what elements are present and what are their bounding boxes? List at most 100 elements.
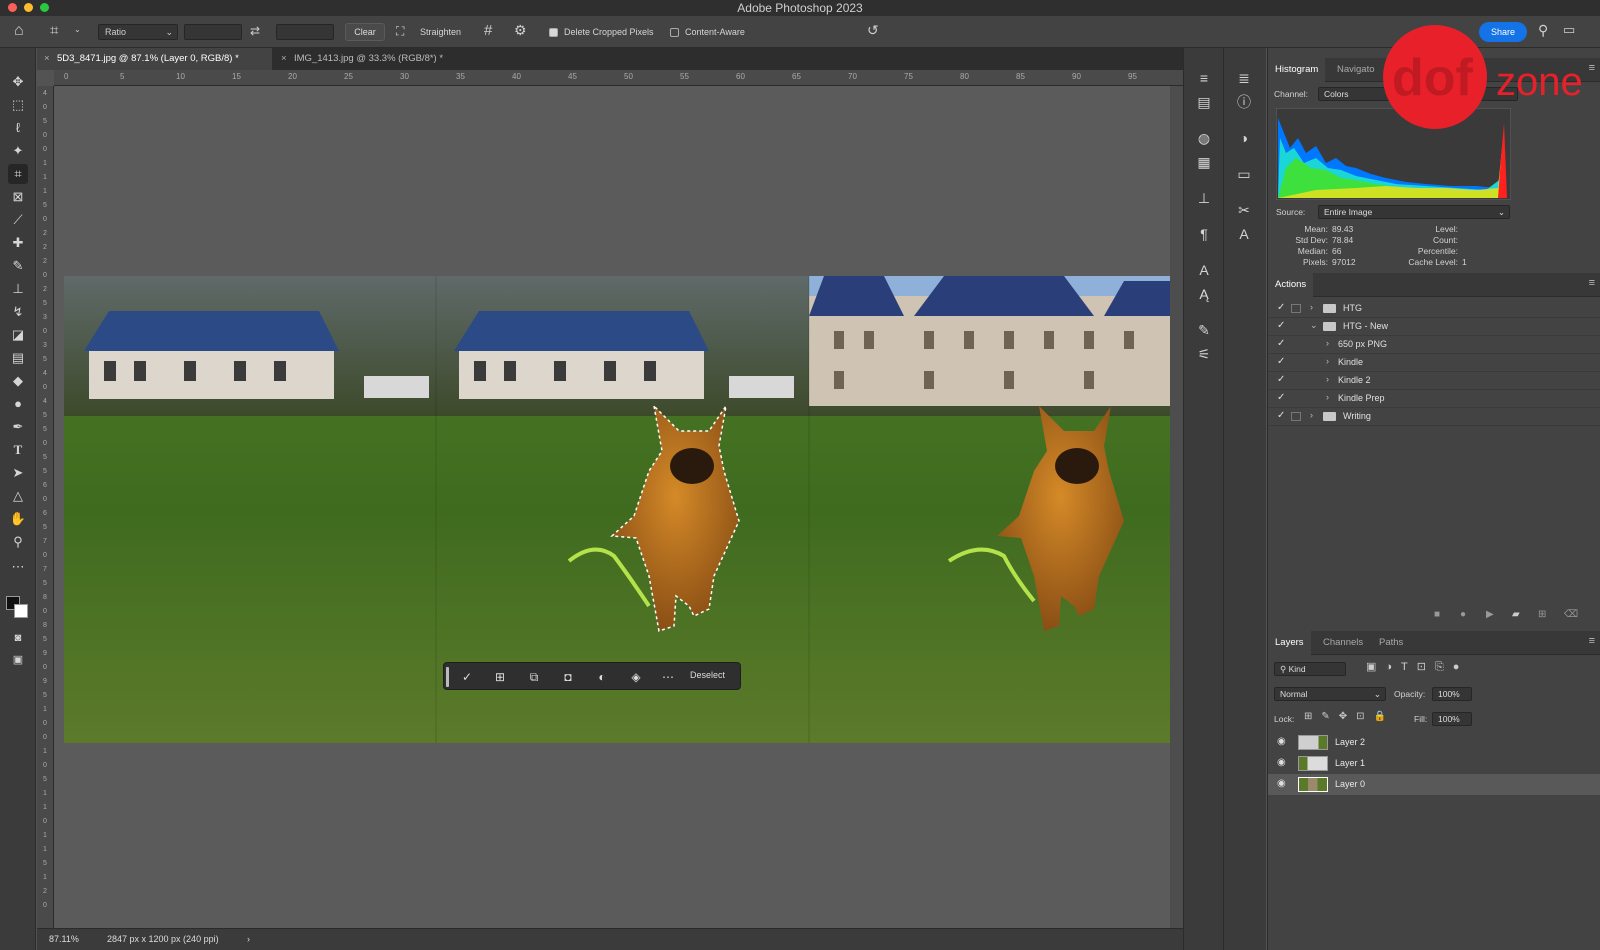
check-icon[interactable]: ✓ (1277, 338, 1285, 349)
delete-cropped-checkbox[interactable] (549, 28, 558, 37)
zoom-level[interactable]: 87.11% (49, 929, 79, 949)
layer-row[interactable]: ◉ Layer 2 (1268, 732, 1600, 753)
home-icon[interactable]: ⌂ (14, 22, 24, 40)
search-icon[interactable]: ⚲ (1538, 22, 1548, 39)
healing-brush-icon[interactable]: ✚ (8, 233, 28, 253)
share-button[interactable]: Share (1479, 22, 1527, 42)
new-set-folder-icon[interactable]: ▰ (1512, 609, 1520, 620)
move-tool-icon[interactable]: ✥ (8, 72, 28, 92)
trash-icon[interactable]: ⌫ (1564, 609, 1578, 620)
chevron-right-icon[interactable]: › (1310, 302, 1313, 312)
character-styles-icon[interactable]: A (1194, 260, 1214, 280)
shape-icon[interactable]: △ (8, 486, 28, 506)
more-options-icon[interactable]: ⋯ (659, 668, 677, 686)
source-select[interactable]: Entire Image ⌄ (1318, 205, 1510, 219)
adjustment-icon[interactable]: ◐ (593, 668, 611, 686)
action-kindle[interactable]: ✓ › Kindle (1268, 354, 1600, 372)
history-brush-icon[interactable]: ↯ (8, 302, 28, 322)
character-icon[interactable]: A (1234, 224, 1254, 244)
lock-icons[interactable]: ⊞✎✥⊡🔒 (1304, 711, 1395, 722)
blur-icon[interactable]: ◆ (8, 371, 28, 391)
close-window-button[interactable] (8, 3, 17, 12)
stamp-icon[interactable]: ⊥ (8, 279, 28, 299)
straighten-button[interactable]: Straighten (420, 25, 461, 39)
tab-channels[interactable]: Channels (1316, 631, 1370, 655)
undo-icon[interactable]: ↺ (867, 22, 879, 39)
dialog-toggle[interactable] (1291, 304, 1301, 313)
clear-button[interactable]: Clear (345, 23, 385, 41)
straighten-icon[interactable]: ⛶ (396, 24, 404, 39)
tab-paths[interactable]: Paths (1372, 631, 1410, 655)
panel-menu-icon[interactable]: ≡ (1589, 635, 1595, 647)
zoom-window-button[interactable] (40, 3, 49, 12)
action-kindle-2[interactable]: ✓ › Kindle 2 (1268, 372, 1600, 390)
tab-histogram[interactable]: Histogram (1268, 58, 1326, 82)
tab-layers[interactable]: Layers (1268, 631, 1311, 655)
screen-mode-icon[interactable]: ▣ (8, 650, 28, 670)
grid-overlay-icon[interactable]: # (484, 22, 492, 39)
fill-icon[interactable]: ◈ (627, 668, 645, 686)
panel-menu-icon[interactable]: ≡ (1589, 277, 1595, 289)
eye-icon[interactable]: ◉ (1277, 757, 1286, 768)
path-select-icon[interactable]: ➤ (8, 463, 28, 483)
more-tools-icon[interactable]: ⋯ (8, 557, 28, 577)
clone-source-icon[interactable]: ⊥ (1194, 188, 1214, 208)
minimize-window-button[interactable] (24, 3, 33, 12)
brush-icon[interactable]: ✎ (8, 256, 28, 276)
vertical-scrollbar[interactable] (1170, 86, 1183, 928)
paragraph-icon[interactable]: ¶ (1194, 224, 1214, 244)
dodge-icon[interactable]: ● (8, 394, 28, 414)
tab-img-1413[interactable]: × IMG_1413.jpg @ 33.3% (RGB/8*) * (274, 48, 474, 70)
layer-kind-filter[interactable]: ⚲ Kind (1274, 662, 1346, 676)
crop-tool-icon[interactable]: ⌗ (50, 22, 58, 39)
swap-icon[interactable]: ⇄ (250, 24, 260, 38)
stop-icon[interactable]: ■ (1434, 609, 1440, 620)
new-action-icon[interactable]: ⊞ (1538, 609, 1546, 620)
layer-filter-icons[interactable]: ▣◑T⊡⎘● (1366, 660, 1468, 674)
type-icon[interactable]: T (8, 440, 28, 460)
check-icon[interactable]: ✓ (1277, 302, 1285, 313)
3d-icon[interactable]: ◍ (1194, 128, 1214, 148)
glyphs-icon[interactable]: Ą (1194, 284, 1214, 304)
gradient-icon[interactable]: ▤ (8, 348, 28, 368)
frame-tool-icon[interactable]: ⊠ (8, 187, 28, 207)
eraser-icon[interactable]: ◪ (8, 325, 28, 345)
chevron-right-icon[interactable]: › (1326, 374, 1329, 384)
close-icon[interactable]: × (44, 48, 50, 70)
hand-icon[interactable]: ✋ (8, 509, 28, 529)
color-icon[interactable]: ◑ (1234, 128, 1254, 148)
chevron-down-icon[interactable]: ⌄ (1310, 320, 1318, 331)
invert-selection-icon[interactable]: ⧉ (525, 668, 543, 686)
layer-row[interactable]: ◉ Layer 1 (1268, 753, 1600, 774)
deselect-button[interactable]: Deselect (690, 670, 725, 680)
workspace-icon[interactable]: ▭ (1563, 22, 1575, 38)
fill-input[interactable]: 100% (1432, 712, 1472, 726)
tab-navigator[interactable]: Navigato (1330, 58, 1382, 82)
check-icon[interactable]: ✓ (1277, 392, 1285, 403)
content-aware-checkbox[interactable] (670, 28, 679, 37)
eyedropper-icon[interactable]: ⟋ (8, 210, 28, 230)
ratio-select[interactable]: Ratio ⌄ (98, 24, 178, 40)
zoom-icon[interactable]: ⚲ (8, 532, 28, 552)
chevron-down-icon[interactable]: ⌄ (74, 25, 81, 34)
eye-icon[interactable]: ◉ (1277, 736, 1286, 747)
swatches-icon[interactable]: ▦ (1194, 152, 1214, 172)
action-set-htg-new[interactable]: ✓ ⌄ HTG - New (1268, 318, 1600, 336)
width-input[interactable] (184, 24, 242, 40)
lasso-tool-icon[interactable]: ℓ (8, 118, 28, 138)
magic-wand-icon[interactable]: ✦ (8, 141, 28, 161)
marquee-tool-icon[interactable]: ⬚ (8, 95, 28, 115)
select-subject-icon[interactable]: ✓ (458, 668, 476, 686)
check-icon[interactable]: ✓ (1277, 374, 1285, 385)
chevron-right-icon[interactable]: › (247, 929, 250, 949)
modify-selection-icon[interactable]: ⊞ (491, 668, 509, 686)
play-icon[interactable]: ▶ (1486, 609, 1494, 620)
action-650px-png[interactable]: ✓ › 650 px PNG (1268, 336, 1600, 354)
chevron-right-icon[interactable]: › (1326, 356, 1329, 366)
chevron-right-icon[interactable]: › (1326, 392, 1329, 402)
check-icon[interactable]: ✓ (1277, 410, 1285, 421)
quick-mask-icon[interactable]: ◙ (8, 628, 28, 648)
opacity-input[interactable]: 100% (1432, 687, 1472, 701)
close-icon[interactable]: × (281, 48, 287, 70)
libraries-icon[interactable]: ▤ (1194, 92, 1214, 112)
